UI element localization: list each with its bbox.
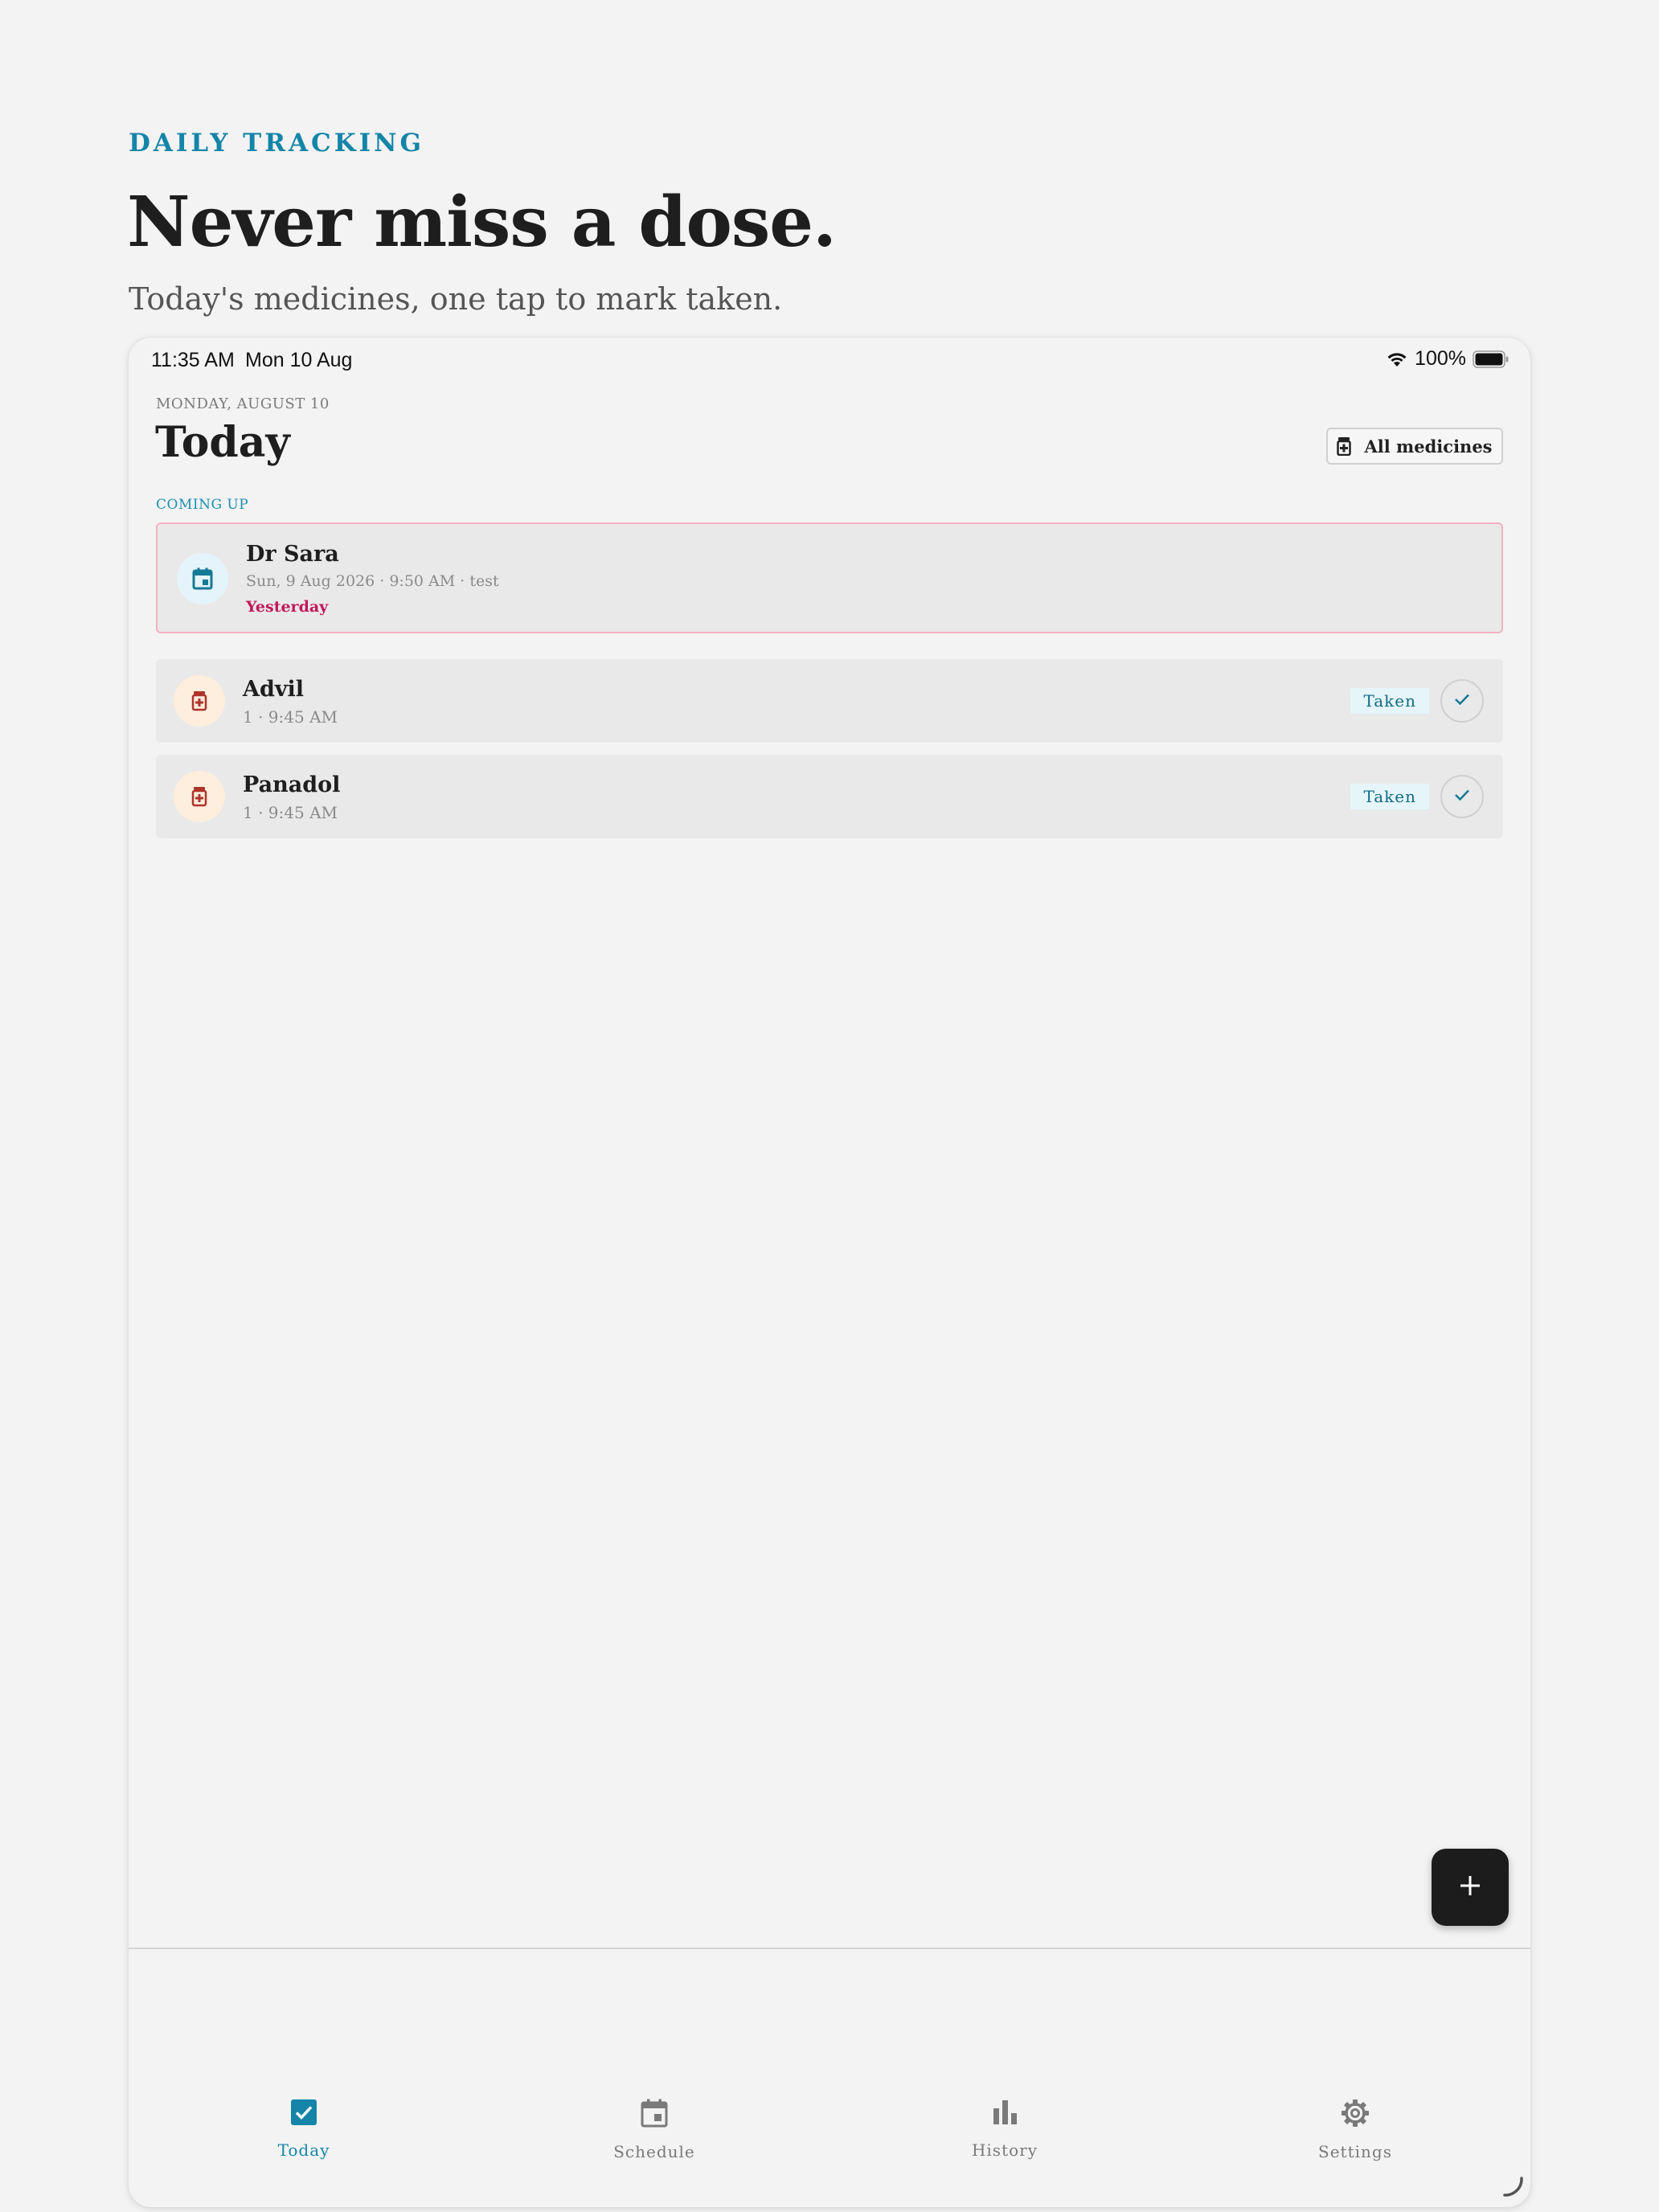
nav-tab-settings[interactable]: Settings <box>1275 2099 1436 2161</box>
plus-icon <box>1458 1874 1482 1901</box>
medicine-dose-time: 1 · 9:45 AM <box>243 707 338 727</box>
gear-icon <box>1341 2099 1370 2131</box>
device-screen: 11:35 AM Mon 10 Aug 100% MONDAY, AUGUST … <box>129 338 1530 2207</box>
hero-subline: Today's medicines, one tap to mark taken… <box>129 281 783 317</box>
battery-icon <box>1473 350 1509 368</box>
medicine-name: Advil <box>243 677 305 702</box>
status-time: 11:35 AM <box>151 349 235 371</box>
bar-chart-icon <box>991 2099 1018 2129</box>
hero-eyebrow: DAILY TRACKING <box>129 129 424 158</box>
nav-tab-today[interactable]: Today <box>223 2099 384 2160</box>
bottom-navigation: Today Schedule History Settings <box>129 1949 1530 2207</box>
all-medicines-label: All medicines <box>1364 436 1493 457</box>
nav-label: Today <box>277 2140 330 2160</box>
appointment-name: Dr Sara <box>246 542 339 567</box>
status-bar: 11:35 AM Mon 10 Aug 100% <box>129 338 1530 383</box>
appointment-relative-date: Yesterday <box>246 598 329 616</box>
medicine-row[interactable]: Advil 1 · 9:45 AM Taken <box>156 659 1503 743</box>
coming-up-label: COMING UP <box>156 497 249 513</box>
nav-label: Schedule <box>613 2142 695 2161</box>
mark-taken-button[interactable] <box>1440 775 1484 818</box>
page-title: Today <box>155 418 290 467</box>
taken-badge: Taken <box>1350 784 1429 809</box>
mark-taken-button[interactable] <box>1440 679 1484 723</box>
taken-badge: Taken <box>1350 688 1429 714</box>
nav-label: Settings <box>1318 2142 1392 2161</box>
resize-handle-icon[interactable] <box>1501 2175 1524 2201</box>
medicine-row[interactable]: Panadol 1 · 9:45 AM Taken <box>156 755 1503 838</box>
add-button[interactable] <box>1432 1849 1509 1926</box>
calendar-icon <box>641 2099 668 2131</box>
battery-percent: 100% <box>1415 347 1466 370</box>
medicine-dose-time: 1 · 9:45 AM <box>243 803 338 822</box>
nav-label: History <box>971 2140 1038 2160</box>
check-icon <box>1453 788 1471 805</box>
checkbox-icon <box>290 2099 317 2129</box>
status-indicators: 100% <box>1386 347 1509 371</box>
date-label: MONDAY, AUGUST 10 <box>156 395 330 412</box>
check-icon <box>1453 692 1471 710</box>
hero-headline: Never miss a dose. <box>127 182 837 263</box>
status-date: Mon 10 Aug <box>245 349 353 371</box>
pill-bottle-icon <box>1337 436 1352 456</box>
appointment-meta: Sun, 9 Aug 2026 · 9:50 AM · test <box>246 572 499 590</box>
nav-tab-history[interactable]: History <box>924 2099 1085 2160</box>
appointment-card[interactable]: Dr Sara Sun, 9 Aug 2026 · 9:50 AM · test… <box>156 522 1503 633</box>
pill-bottle-icon <box>174 675 225 727</box>
pill-bottle-icon <box>174 771 225 822</box>
calendar-icon <box>177 553 228 604</box>
nav-tab-schedule[interactable]: Schedule <box>574 2099 735 2161</box>
wifi-icon <box>1386 350 1408 368</box>
all-medicines-button[interactable]: All medicines <box>1326 428 1503 465</box>
medicine-name: Panadol <box>243 772 341 797</box>
